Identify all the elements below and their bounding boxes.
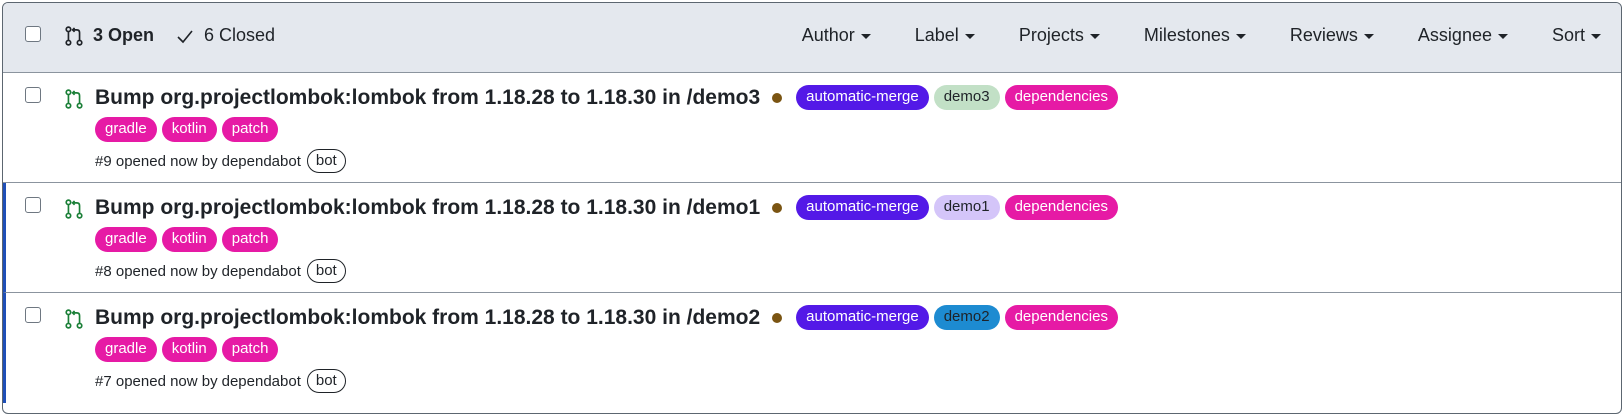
label-patch[interactable]: patch	[221, 337, 279, 362]
caret-down-icon	[1089, 34, 1100, 39]
filter-label: Sort	[1551, 25, 1585, 45]
open-count-label: 3 Open	[93, 25, 155, 45]
closed-filter-link[interactable]: 6 Closed	[176, 25, 275, 46]
label-group: gradle kotlin patch	[95, 337, 283, 362]
caret-down-icon	[860, 34, 871, 39]
label-kotlin[interactable]: kotlin	[161, 117, 217, 142]
label-group: gradle kotlin patch	[95, 117, 283, 142]
label-dependencies[interactable]: dependencies	[1004, 195, 1118, 220]
row-checkbox[interactable]	[25, 197, 41, 213]
title-line: Bump org.projectlombok:lombok from 1.18.…	[95, 85, 1123, 110]
reviews-filter-dropdown[interactable]: Reviews	[1290, 25, 1374, 46]
filter-label: Author	[801, 25, 855, 45]
opened-by-text: #9 opened now by	[95, 152, 218, 170]
row-checkbox[interactable]	[25, 87, 41, 103]
opened-by-text: #8 opened now by	[95, 262, 218, 280]
author-link[interactable]: dependabot	[222, 263, 301, 280]
label-automatic-merge[interactable]: automatic-merge	[796, 195, 929, 220]
label-dependencies[interactable]: dependencies	[1004, 85, 1118, 110]
filter-bar: Author Label Projects Milestones Reviews…	[758, 25, 1621, 46]
caret-down-icon	[1235, 34, 1246, 39]
label-demo3[interactable]: demo3	[933, 85, 1000, 110]
open-filter-link[interactable]: 3 Open	[65, 25, 154, 46]
filter-label: Label	[914, 25, 959, 45]
open-pull-request-icon	[65, 309, 83, 329]
label-group: automatic-merge demo3 dependencies	[796, 85, 1123, 110]
caret-down-icon	[964, 34, 975, 39]
pull-request-row: Bump org.projectlombok:lombok from 1.18.…	[3, 183, 1621, 293]
caret-down-icon	[1591, 34, 1601, 39]
label-automatic-merge[interactable]: automatic-merge	[796, 305, 929, 330]
label-group: gradle kotlin patch	[95, 227, 283, 252]
filter-label: Assignee	[1417, 25, 1492, 45]
pull-request-title-link[interactable]: Bump org.projectlombok:lombok from 1.18.…	[95, 196, 760, 220]
author-link[interactable]: dependabot	[222, 153, 301, 170]
label-demo2[interactable]: demo2	[933, 305, 1000, 330]
check-icon	[177, 29, 193, 43]
label-demo1[interactable]: demo1	[933, 195, 1000, 220]
bot-badge: bot	[306, 369, 346, 393]
pull-request-icon	[65, 25, 83, 46]
label-patch[interactable]: patch	[221, 117, 279, 142]
label-gradle[interactable]: gradle	[95, 337, 157, 362]
pull-request-title-link[interactable]: Bump org.projectlombok:lombok from 1.18.…	[95, 86, 760, 110]
label-gradle[interactable]: gradle	[95, 117, 157, 142]
assignee-filter-dropdown[interactable]: Assignee	[1418, 25, 1508, 46]
list-header: 3 Open 6 Closed Author Label Projects Mi…	[3, 3, 1621, 73]
pull-request-meta: #7 opened now by dependabot bot	[95, 369, 346, 393]
milestones-filter-dropdown[interactable]: Milestones	[1144, 25, 1246, 46]
title-line: Bump org.projectlombok:lombok from 1.18.…	[95, 305, 1123, 330]
caret-down-icon	[1363, 34, 1374, 39]
state-toggle: 3 Open 6 Closed	[65, 25, 275, 46]
label-kotlin[interactable]: kotlin	[161, 227, 217, 252]
label-dependencies[interactable]: dependencies	[1004, 305, 1118, 330]
opened-by-text: #7 opened now by	[95, 372, 218, 390]
label-gradle[interactable]: gradle	[95, 227, 157, 252]
row-checkbox[interactable]	[25, 307, 41, 323]
bot-badge: bot	[306, 259, 346, 283]
label-group: automatic-merge demo1 dependencies	[796, 195, 1123, 220]
label-filter-dropdown[interactable]: Label	[915, 25, 975, 46]
pull-request-row: Bump org.projectlombok:lombok from 1.18.…	[3, 73, 1621, 183]
status-dot-icon[interactable]	[772, 92, 783, 103]
title-line: Bump org.projectlombok:lombok from 1.18.…	[95, 195, 1123, 220]
pull-request-list: 3 Open 6 Closed Author Label Projects Mi…	[2, 2, 1622, 414]
pull-request-row: Bump org.projectlombok:lombok from 1.18.…	[3, 293, 1621, 403]
status-dot-icon[interactable]	[772, 312, 783, 323]
sort-dropdown[interactable]: Sort	[1552, 25, 1601, 46]
closed-count-label: 6 Closed	[204, 25, 276, 45]
author-filter-dropdown[interactable]: Author	[802, 25, 871, 46]
select-all-checkbox[interactable]	[25, 26, 41, 42]
pull-request-meta: #9 opened now by dependabot bot	[95, 149, 346, 173]
label-kotlin[interactable]: kotlin	[161, 337, 217, 362]
projects-filter-dropdown[interactable]: Projects	[1019, 25, 1100, 46]
label-group: automatic-merge demo2 dependencies	[796, 305, 1123, 330]
open-pull-request-icon	[65, 199, 83, 219]
pull-request-meta: #8 opened now by dependabot bot	[95, 259, 346, 283]
caret-down-icon	[1497, 34, 1508, 39]
filter-label: Projects	[1018, 25, 1084, 45]
label-automatic-merge[interactable]: automatic-merge	[796, 85, 929, 110]
open-pull-request-icon	[65, 89, 83, 109]
author-link[interactable]: dependabot	[222, 373, 301, 390]
bot-badge: bot	[306, 149, 346, 173]
label-patch[interactable]: patch	[221, 227, 279, 252]
status-dot-icon[interactable]	[772, 202, 783, 213]
pull-request-title-link[interactable]: Bump org.projectlombok:lombok from 1.18.…	[95, 306, 760, 330]
filter-label: Milestones	[1143, 25, 1230, 45]
filter-label: Reviews	[1289, 25, 1358, 45]
